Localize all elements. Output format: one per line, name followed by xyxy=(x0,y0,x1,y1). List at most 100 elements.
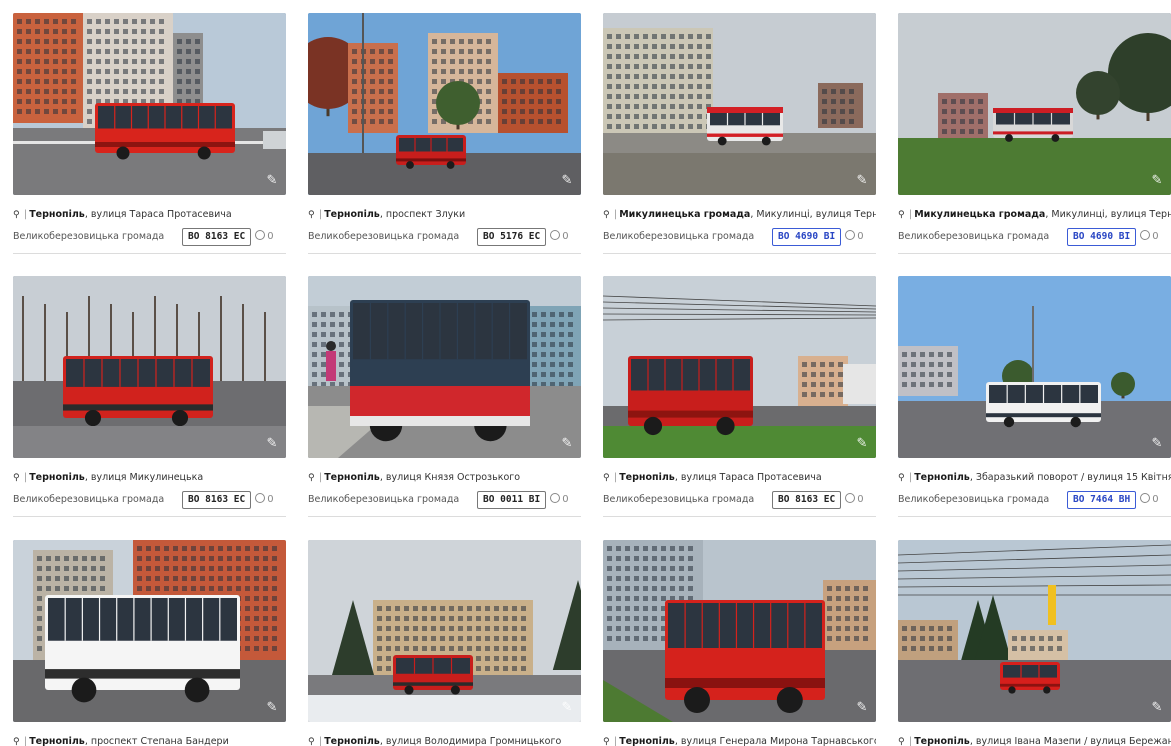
city-link[interactable]: Тернопіль xyxy=(914,736,970,746)
comment-count[interactable]: 0 xyxy=(845,227,864,247)
comment-count[interactable]: 0 xyxy=(255,227,274,247)
card-divider xyxy=(898,516,1171,517)
city-link[interactable]: Тернопіль xyxy=(914,472,970,483)
photo-grid: ✎ ⚲ | Тернопіль, вулиця Тараса Протасевича В… xyxy=(13,13,1171,746)
street-link[interactable]: , вулиця Тараса Протасевича xyxy=(675,472,822,483)
street-link[interactable]: , Микулинці, вулиця Тернопільська xyxy=(1045,209,1171,220)
operator-link[interactable]: Великоберезовицька громада xyxy=(13,490,182,510)
camera-watermark-icon: ✎ xyxy=(266,436,278,451)
bus-photo[interactable]: ✎ xyxy=(603,276,876,458)
photo-card[interactable]: ✎ ⚲ | Тернопіль, вулиця Володимира Громниць… xyxy=(308,540,581,746)
speech-bubble-icon xyxy=(550,493,561,503)
operator-link[interactable]: Великоберезовицька громада xyxy=(603,490,772,510)
city-link[interactable]: Тернопіль xyxy=(29,472,85,483)
license-plate-link[interactable]: BO 0011 BI xyxy=(477,491,547,509)
bus-photo[interactable]: ✎ xyxy=(603,540,876,722)
city-link[interactable]: Тернопіль xyxy=(324,736,380,746)
operator-link[interactable]: Великоберезовицька громада xyxy=(308,490,477,510)
photo-card[interactable]: ✎ ⚲ | Тернопіль, вулиця Тараса Протасевича В… xyxy=(603,276,876,517)
license-plate-link[interactable]: BO 4690 BI xyxy=(1067,228,1137,246)
street-link[interactable]: , вулиця Тараса Протасевича xyxy=(85,209,232,220)
photo-location: ⚲ | Тернопіль, вулиця Івана Мазепи / вулиц… xyxy=(898,735,1171,746)
photo-card[interactable]: ✎ ⚲ | Тернопіль, Збаразький поворот / вулиц… xyxy=(898,276,1171,517)
location-separator: | xyxy=(319,736,323,746)
city-link[interactable]: Тернопіль xyxy=(619,472,675,483)
street-link[interactable]: , Збаразький поворот / вулиця 15 Квітня xyxy=(970,472,1171,483)
operator-link[interactable]: Великоберезовицька громада xyxy=(308,227,477,247)
city-link[interactable]: Тернопіль xyxy=(619,736,675,746)
card-divider xyxy=(603,516,876,517)
bus-photo[interactable]: ✎ xyxy=(308,276,581,458)
city-link[interactable]: Тернопіль xyxy=(324,209,380,220)
bus-photo[interactable]: ✎ xyxy=(308,540,581,722)
street-link[interactable]: , вулиця Генерала Мирона Тарнавського xyxy=(675,736,876,746)
photo-location: ⚲ | Тернопіль, вулиця Тараса Протасевича xyxy=(603,471,876,485)
city-link[interactable]: Микулинецька громада xyxy=(914,209,1045,220)
photo-card[interactable]: ✎ ⚲ | Тернопіль, вулиця Івана Мазепи / вули… xyxy=(898,540,1171,746)
street-link[interactable]: , вулиця Микулинецька xyxy=(85,472,203,483)
location-separator: | xyxy=(319,209,323,220)
photo-location: ⚲ | Тернопіль, вулиця Володимира Громницьк… xyxy=(308,735,581,746)
bus-photo[interactable]: ✎ xyxy=(13,540,286,722)
city-link[interactable]: Тернопіль xyxy=(324,472,380,483)
comment-count[interactable]: 0 xyxy=(1140,490,1159,510)
photo-location: ⚲ | Тернопіль, вулиця Князя Острозького xyxy=(308,471,581,485)
bus-photo[interactable]: ✎ xyxy=(308,13,581,195)
photo-meta: Великоберезовицька громада BO 7464 BH 0 xyxy=(898,490,1171,510)
street-link[interactable]: , вулиця Івана Мазепи / вулиця Бережансь… xyxy=(970,736,1171,746)
operator-link[interactable]: Великоберезовицька громада xyxy=(13,227,182,247)
photo-location: ⚲ | Микулинецька громада, Микулинці, вулиц… xyxy=(898,208,1171,222)
camera-watermark-icon: ✎ xyxy=(561,700,573,715)
photo-location: ⚲ | Микулинецька громада, Микулинці, вулиц… xyxy=(603,208,876,222)
comment-count-value: 0 xyxy=(857,494,864,505)
comment-count-value: 0 xyxy=(267,494,274,505)
camera-watermark-icon: ✎ xyxy=(561,173,573,188)
photo-card[interactable]: ✎ ⚲ | Тернопіль, вулиця Тараса Протасевича В… xyxy=(13,13,286,254)
photo-card[interactable]: ✎ ⚲ | Микулинецька громада, Микулинці, вули… xyxy=(898,13,1171,254)
operator-link[interactable]: Великоберезовицька громада xyxy=(898,227,1067,247)
city-link[interactable]: Тернопіль xyxy=(29,736,85,746)
camera-watermark-icon: ✎ xyxy=(1151,700,1163,715)
license-plate-link[interactable]: BO 7464 BH xyxy=(1067,491,1137,509)
license-plate-link[interactable]: BO 8163 EC xyxy=(182,228,252,246)
bus-photo[interactable]: ✎ xyxy=(603,13,876,195)
bus-photo[interactable]: ✎ xyxy=(898,13,1171,195)
city-link[interactable]: Тернопіль xyxy=(29,209,85,220)
comment-count[interactable]: 0 xyxy=(845,490,864,510)
license-plate-link[interactable]: BO 4690 BI xyxy=(772,228,842,246)
bus-photo[interactable]: ✎ xyxy=(13,276,286,458)
street-link[interactable]: , вулиця Володимира Громницького xyxy=(380,736,561,746)
speech-bubble-icon xyxy=(255,493,266,503)
location-pin-icon: ⚲ xyxy=(308,473,315,483)
bus-photo[interactable]: ✎ xyxy=(898,276,1171,458)
photo-card[interactable]: ✎ ⚲ | Тернопіль, проспект Злуки Великоберезо… xyxy=(308,13,581,254)
street-link[interactable]: , вулиця Князя Острозького xyxy=(380,472,520,483)
card-divider xyxy=(13,516,286,517)
comment-count[interactable]: 0 xyxy=(550,490,569,510)
bus-photo[interactable]: ✎ xyxy=(13,13,286,195)
street-link[interactable]: , проспект Злуки xyxy=(380,209,465,220)
photo-card[interactable]: ✎ ⚲ | Тернопіль, проспект Степана Бандери xyxy=(13,540,286,746)
operator-link[interactable]: Великоберезовицька громада xyxy=(898,490,1067,510)
photo-card[interactable]: ✎ ⚲ | Тернопіль, вулиця Генерала Мирона Тар… xyxy=(603,540,876,746)
bus-photo[interactable]: ✎ xyxy=(898,540,1171,722)
city-link[interactable]: Микулинецька громада xyxy=(619,209,750,220)
location-pin-icon: ⚲ xyxy=(308,737,315,746)
photo-card[interactable]: ✎ ⚲ | Микулинецька громада, Микулинці, вули… xyxy=(603,13,876,254)
speech-bubble-icon xyxy=(1140,493,1151,503)
operator-link[interactable]: Великоберезовицька громада xyxy=(603,227,772,247)
comment-count[interactable]: 0 xyxy=(255,490,274,510)
street-link[interactable]: , Микулинці, вулиця Тернопільська xyxy=(750,209,876,220)
license-plate-link[interactable]: BO 8163 EC xyxy=(182,491,252,509)
location-pin-icon: ⚲ xyxy=(13,473,20,483)
photo-location: ⚲ | Тернопіль, Збаразький поворот / вулиця… xyxy=(898,471,1171,485)
camera-watermark-icon: ✎ xyxy=(561,436,573,451)
photo-card[interactable]: ✎ ⚲ | Тернопіль, вулиця Князя Острозького Ве… xyxy=(308,276,581,517)
comment-count[interactable]: 0 xyxy=(1140,227,1159,247)
location-separator: | xyxy=(614,736,618,746)
street-link[interactable]: , проспект Степана Бандери xyxy=(85,736,229,746)
license-plate-link[interactable]: BO 8163 EC xyxy=(772,491,842,509)
photo-card[interactable]: ✎ ⚲ | Тернопіль, вулиця Микулинецька Великоб… xyxy=(13,276,286,517)
comment-count[interactable]: 0 xyxy=(550,227,569,247)
license-plate-link[interactable]: BO 5176 EC xyxy=(477,228,547,246)
